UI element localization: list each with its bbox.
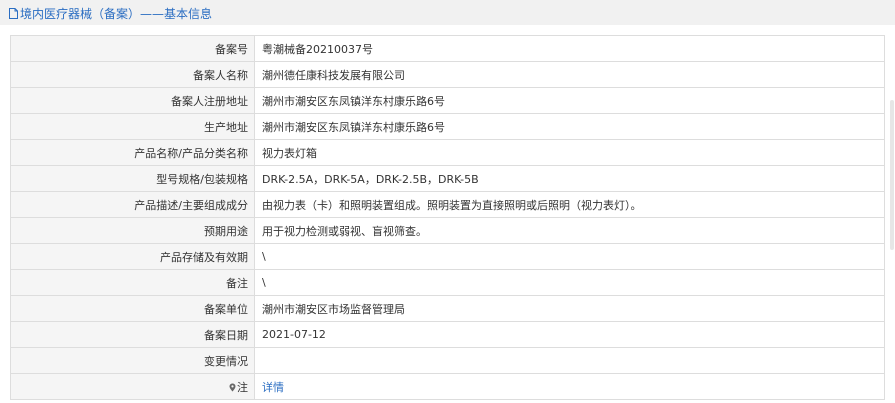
note-value-cell: 详情 <box>254 373 885 400</box>
row-label: 预期用途 <box>10 217 255 244</box>
row-value: 粤潮械备20210037号 <box>254 35 885 62</box>
table-row: 产品存储及有效期 \ <box>10 243 885 270</box>
row-value: \ <box>254 243 885 270</box>
row-value: \ <box>254 269 885 296</box>
table-row: 变更情况 <box>10 347 885 374</box>
row-value: 潮州市潮安区东凤镇洋东村康乐路6号 <box>254 113 885 140</box>
note-label: 注 <box>237 380 248 394</box>
page-header: 境内医疗器械（备案）——基本信息 <box>0 0 895 25</box>
note-label-cell: 注 <box>10 373 255 400</box>
row-label: 备案人名称 <box>10 61 255 88</box>
row-value: 由视力表（卡）和照明装置组成。照明装置为直接照明或后照明（视力表灯）。 <box>254 191 885 218</box>
row-label: 产品名称/产品分类名称 <box>10 139 255 166</box>
row-value: 潮州德任康科技发展有限公司 <box>254 61 885 88</box>
table-row: 备案单位 潮州市潮安区市场监督管理局 <box>10 295 885 322</box>
note-row: 注 详情 <box>10 373 885 400</box>
page-title-text: 境内医疗器械（备案）——基本信息 <box>20 7 213 21</box>
table-row: 备注 \ <box>10 269 885 296</box>
table-row: 备案号 粤潮械备20210037号 <box>10 35 885 62</box>
table-row: 生产地址 潮州市潮安区东凤镇洋东村康乐路6号 <box>10 113 885 140</box>
row-label: 备案人注册地址 <box>10 87 255 114</box>
row-label: 型号规格/包装规格 <box>10 165 255 192</box>
page-title: 境内医疗器械（备案）——基本信息 <box>9 5 212 22</box>
info-table: 备案号 粤潮械备20210037号 备案人名称 潮州德任康科技发展有限公司 备案… <box>10 35 885 400</box>
table-row: 预期用途 用于视力检测或弱视、盲视筛查。 <box>10 217 885 244</box>
row-label: 备注 <box>10 269 255 296</box>
pin-icon <box>229 383 236 391</box>
table-row: 型号规格/包装规格 DRK-2.5A，DRK-5A，DRK-2.5B，DRK-5… <box>10 165 885 192</box>
row-value: 用于视力检测或弱视、盲视筛查。 <box>254 217 885 244</box>
row-label: 变更情况 <box>10 347 255 374</box>
row-label: 备案单位 <box>10 295 255 322</box>
row-label: 备案号 <box>10 35 255 62</box>
row-label: 备案日期 <box>10 321 255 348</box>
row-label: 产品描述/主要组成成分 <box>10 191 255 218</box>
row-value: 2021-07-12 <box>254 321 885 348</box>
table-row: 备案人名称 潮州德任康科技发展有限公司 <box>10 61 885 88</box>
row-value: 潮州市潮安区市场监督管理局 <box>254 295 885 322</box>
row-value: 潮州市潮安区东凤镇洋东村康乐路6号 <box>254 87 885 114</box>
table-row: 备案日期 2021-07-12 <box>10 321 885 348</box>
document-icon <box>9 8 18 19</box>
table-row: 产品描述/主要组成成分 由视力表（卡）和照明装置组成。照明装置为直接照明或后照明… <box>10 191 885 218</box>
details-link[interactable]: 详情 <box>262 381 284 394</box>
row-value: 视力表灯箱 <box>254 139 885 166</box>
row-label: 产品存储及有效期 <box>10 243 255 270</box>
scrollbar-thumb[interactable] <box>890 100 894 250</box>
table-row: 产品名称/产品分类名称 视力表灯箱 <box>10 139 885 166</box>
table-row: 备案人注册地址 潮州市潮安区东凤镇洋东村康乐路6号 <box>10 87 885 114</box>
row-value: DRK-2.5A，DRK-5A，DRK-2.5B，DRK-5B <box>254 165 885 192</box>
row-label: 生产地址 <box>10 113 255 140</box>
row-value <box>254 347 885 374</box>
